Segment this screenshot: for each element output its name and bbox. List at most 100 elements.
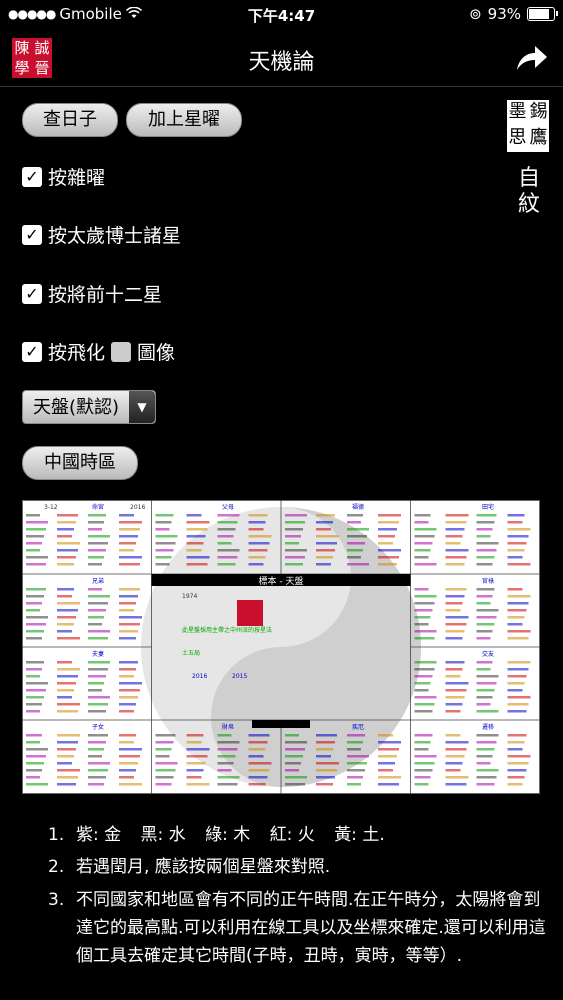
- chart-text-line: [445, 661, 465, 664]
- chart-text-line: [476, 549, 497, 552]
- chart-text-line: [88, 616, 104, 619]
- chart-text-line: [26, 668, 42, 671]
- chart-text-line: [316, 748, 333, 751]
- chart-text-line: [378, 741, 401, 744]
- share-icon[interactable]: [513, 40, 549, 76]
- chart-center-title: 標本 - 天盤: [259, 575, 304, 587]
- chart-text-line: [347, 535, 367, 538]
- chart-text-line: [57, 549, 78, 552]
- chart-text-line: [507, 542, 527, 545]
- chart-text-line: [119, 563, 140, 566]
- chart-text-line: [186, 535, 206, 538]
- chart-text-line: [285, 521, 305, 524]
- chart-text-line: [414, 542, 433, 545]
- chart-text-line: [88, 668, 108, 671]
- chart-text-line: [316, 769, 337, 772]
- chart-text-line: [217, 769, 232, 772]
- chart-text-line: [378, 521, 399, 524]
- plate-select[interactable]: 天盤(默認) ▼: [22, 390, 156, 424]
- option-taisui[interactable]: ✓ 按太歲博士諸星: [22, 221, 181, 248]
- seal-stamp[interactable]: 墨 錫 思 鷹: [507, 100, 549, 152]
- chart-text-line: [476, 783, 495, 786]
- chart-text-line: [57, 682, 76, 685]
- checkbox-checked-icon[interactable]: ✓: [22, 224, 42, 245]
- chart-text-line: [316, 762, 339, 765]
- chart-text-line: [347, 528, 369, 531]
- chart-text-line: [217, 542, 232, 545]
- chart-text-line: [57, 623, 74, 626]
- self-read-button[interactable]: 自紋: [517, 166, 541, 218]
- option-feihua[interactable]: ✓ 按飛化 圖像: [22, 338, 175, 365]
- chart-text-line: [414, 623, 429, 626]
- chart-text-line: [445, 769, 461, 772]
- chart-text-line: [414, 748, 429, 751]
- checkbox-checked-icon[interactable]: ✓: [22, 283, 42, 304]
- chart-text-line: [507, 682, 525, 685]
- chart-text-line: [88, 769, 108, 772]
- checkbox-checked-icon[interactable]: ✓: [22, 166, 42, 187]
- chart-text-line: [119, 542, 136, 545]
- chart-text-line: [186, 542, 204, 545]
- ziwei-chart-image[interactable]: 標本 - 天盤 1974 此星盤採用主帶之中州派的按星法 土五局 2016 20…: [22, 500, 540, 794]
- chart-text-line: [248, 734, 270, 737]
- chart-text-line: [445, 616, 469, 619]
- chart-text-line: [445, 623, 467, 626]
- legend-entry: 黑: 水: [140, 825, 186, 845]
- chart-text-line: [119, 514, 134, 517]
- chevron-down-icon[interactable]: ▼: [129, 391, 155, 423]
- chart-text-line: [347, 556, 361, 559]
- chart-text-line: [507, 661, 531, 664]
- chart-text-line: [26, 528, 46, 531]
- chart-text-line: [119, 588, 140, 591]
- chart-text-line: [316, 549, 335, 552]
- chart-text-line: [285, 734, 299, 737]
- chart-text-line: [445, 710, 461, 713]
- chart-text-line: [155, 521, 172, 524]
- chart-text-line: [507, 521, 523, 524]
- chart-text-line: [57, 741, 78, 744]
- chart-text-line: [507, 741, 525, 744]
- timezone-button[interactable]: 中國時區: [22, 446, 138, 480]
- chart-text-line: [88, 630, 110, 633]
- chart-text-line: [476, 762, 491, 765]
- chart-text-line: [26, 535, 44, 538]
- option-jiangqian[interactable]: ✓ 按將前十二星: [22, 280, 162, 307]
- chart-year-label: 2015: [232, 673, 247, 680]
- chart-text-line: [507, 710, 527, 713]
- chart-text-line: [476, 630, 493, 633]
- chart-text-line: [445, 609, 461, 612]
- chart-text-line: [88, 748, 104, 751]
- chart-text-line: [26, 741, 40, 744]
- chart-text-line: [445, 703, 463, 706]
- chart-text-line: [476, 696, 493, 699]
- chart-text-line: [378, 776, 401, 779]
- chart-text-line: [316, 783, 333, 786]
- chart-text-line: [119, 602, 136, 605]
- checkbox-unchecked-icon[interactable]: [111, 341, 132, 362]
- chart-text-line: [119, 623, 140, 626]
- checkbox-checked-icon[interactable]: ✓: [22, 341, 42, 362]
- chart-text-line: [186, 776, 202, 779]
- chart-text-line: [476, 563, 493, 566]
- chart-text-line: [347, 734, 365, 737]
- chart-text-line: [507, 623, 523, 626]
- chart-text-line: [378, 528, 397, 531]
- option-misc-stars[interactable]: ✓ 按雜曜: [22, 163, 105, 190]
- chart-text-line: [119, 535, 138, 538]
- chart-text-line: [26, 563, 46, 566]
- chart-text-line: [186, 769, 204, 772]
- chart-text-line: [476, 588, 495, 591]
- chart-text-line: [414, 661, 437, 664]
- chart-text-line: [347, 776, 363, 779]
- chart-text-line: [88, 755, 102, 758]
- chart-text-line: [248, 556, 266, 559]
- chart-text-line: [316, 528, 331, 531]
- chart-text-line: [285, 762, 301, 765]
- chart-text-line: [414, 528, 437, 531]
- check-day-button[interactable]: 查日子: [22, 103, 118, 137]
- chart-text-line: [445, 637, 463, 640]
- chart-text-line: [316, 755, 331, 758]
- chart-text-line: [414, 514, 431, 517]
- add-stars-button[interactable]: 加上星曜: [126, 103, 242, 137]
- chart-text-line: [88, 703, 108, 706]
